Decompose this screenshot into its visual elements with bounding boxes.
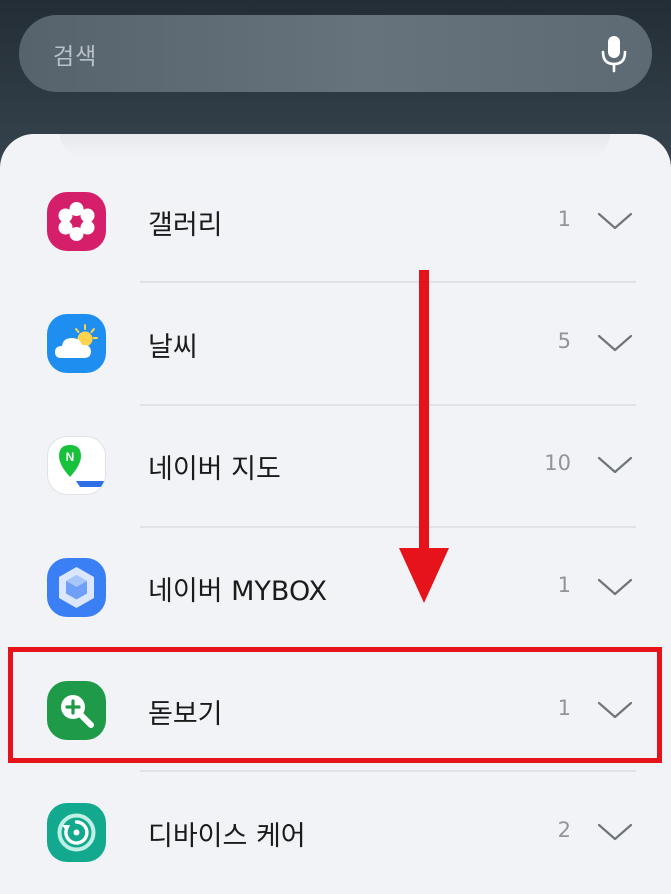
app-row-naver-map[interactable]: N 네이버 지도 10 — [0, 405, 671, 527]
app-count: 1 — [557, 573, 571, 597]
svg-text:N: N — [66, 450, 75, 464]
app-name: 네이버 MYBOX — [148, 576, 327, 607]
app-list-panel: 갤러리 1 날씨 5 N 네이버 지도 10 네이버 MYBOX 1 돋보기 1… — [0, 134, 671, 894]
device-care-icon — [47, 803, 106, 862]
app-row-gallery[interactable]: 갤러리 1 — [0, 161, 671, 283]
gallery-icon — [47, 192, 106, 251]
naver-mybox-icon — [47, 558, 106, 617]
app-row-naver-mybox[interactable]: 네이버 MYBOX 1 — [0, 527, 671, 649]
app-count: 10 — [544, 451, 571, 475]
weather-icon — [47, 314, 106, 373]
app-name: 디바이스 케어 — [148, 821, 306, 852]
chevron-down-icon[interactable] — [597, 331, 633, 355]
chevron-down-icon[interactable] — [597, 575, 633, 599]
highlight-box — [8, 647, 662, 763]
app-count: 1 — [557, 207, 571, 231]
app-name: 갤러리 — [148, 210, 223, 241]
down-arrow-annotation — [399, 270, 449, 603]
app-count: 5 — [557, 329, 571, 353]
panel-top-shade — [60, 134, 610, 158]
app-name: 네이버 지도 — [148, 454, 281, 485]
naver-map-icon: N — [47, 436, 106, 495]
app-row-weather[interactable]: 날씨 5 — [0, 283, 671, 405]
chevron-down-icon[interactable] — [597, 820, 633, 844]
mic-icon[interactable] — [599, 35, 629, 73]
search-bar[interactable]: 검색 — [19, 15, 652, 92]
chevron-down-icon[interactable] — [597, 453, 633, 477]
search-placeholder: 검색 — [53, 44, 98, 70]
app-count: 2 — [557, 818, 571, 842]
chevron-down-icon[interactable] — [597, 209, 633, 233]
app-row-device-care[interactable]: 디바이스 케어 2 — [0, 772, 671, 894]
app-name: 날씨 — [148, 332, 198, 363]
